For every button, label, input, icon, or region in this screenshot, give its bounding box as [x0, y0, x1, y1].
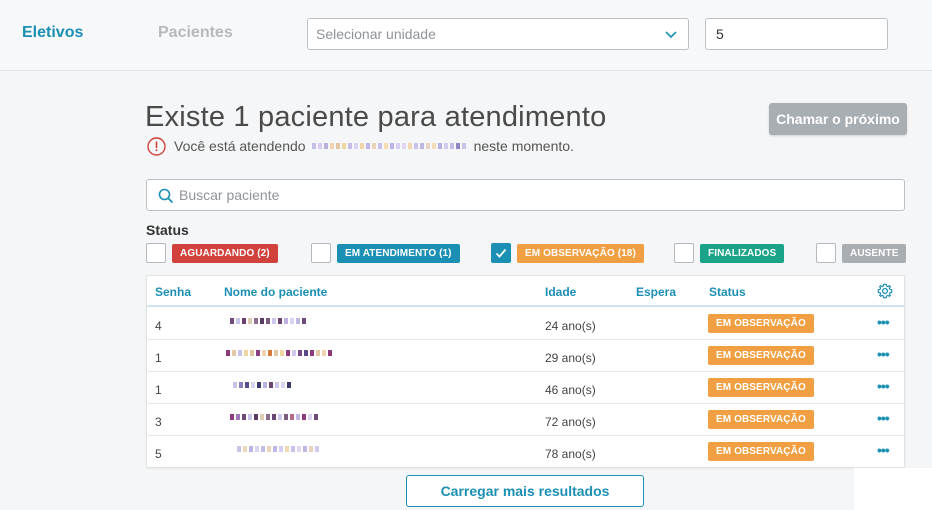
notice-prefix: Você está atendendo	[174, 138, 306, 154]
blank-area	[854, 468, 932, 510]
status-badge: EM OBSERVAÇÃO	[708, 442, 814, 461]
filter-aguardando[interactable]: AGUARDANDO (2)	[146, 243, 278, 263]
cell-senha: 5	[155, 447, 162, 461]
unit-select-placeholder: Selecionar unidade	[316, 26, 436, 42]
header-espera[interactable]: Espera	[636, 285, 676, 299]
table-header: Senha Nome do paciente Idade Espera Stat…	[147, 276, 904, 307]
status-badge: EM OBSERVAÇÃO	[708, 378, 814, 397]
cell-senha: 3	[155, 415, 162, 429]
badge-aguardando: AGUARDANDO (2)	[172, 243, 278, 263]
cell-idade: 29 ano(s)	[545, 351, 596, 365]
top-bar: Eletivos Pacientes Selecionar unidade 5	[0, 0, 932, 71]
tab-pacientes[interactable]: Pacientes	[158, 24, 233, 42]
header-senha[interactable]: Senha	[155, 285, 191, 299]
gear-icon[interactable]	[877, 283, 893, 299]
search-icon	[158, 188, 174, 204]
badge-em-atendimento: EM ATENDIMENTO (1)	[337, 243, 460, 263]
row-actions-button[interactable]: •••	[877, 378, 890, 394]
row-actions-button[interactable]: •••	[877, 410, 890, 426]
checkbox-finalizados[interactable]	[674, 243, 694, 263]
cell-senha: 4	[155, 319, 162, 333]
row-actions-button[interactable]: •••	[877, 442, 890, 458]
info-circle-icon	[147, 136, 166, 156]
cell-senha: 1	[155, 351, 162, 365]
status-badge: EM OBSERVAÇÃO	[708, 410, 814, 429]
chevron-down-icon	[665, 31, 677, 39]
checkbox-ausente[interactable]	[816, 243, 836, 263]
cell-idade: 78 ano(s)	[545, 447, 596, 461]
row-actions-button[interactable]: •••	[877, 346, 890, 362]
tab-eletivos[interactable]: Eletivos	[22, 24, 83, 42]
checkbox-em-observacao[interactable]	[491, 243, 511, 263]
page-title: Existe 1 paciente para atendimento	[145, 101, 607, 133]
checkbox-em-atendimento[interactable]	[311, 243, 331, 263]
attending-notice: Você está atendendo neste momento.	[147, 136, 574, 156]
notice-suffix: neste momento.	[473, 138, 574, 154]
filter-em-atendimento[interactable]: EM ATENDIMENTO (1)	[311, 243, 460, 263]
table-row[interactable]: 1 46 ano(s) EM OBSERVAÇÃO •••	[147, 372, 904, 404]
badge-finalizados: FINALIZADOS	[700, 243, 785, 263]
table-row[interactable]: 5 78 ano(s) EM OBSERVAÇÃO •••	[147, 436, 904, 468]
row-actions-button[interactable]: •••	[877, 314, 890, 330]
header-idade[interactable]: Idade	[545, 285, 576, 299]
redacted-patient-name	[230, 316, 308, 326]
table-row[interactable]: 1 29 ano(s) EM OBSERVAÇÃO •••	[147, 340, 904, 372]
filter-ausente[interactable]: AUSENTE	[816, 243, 907, 263]
redacted-patient-name	[311, 141, 468, 151]
patients-table: Senha Nome do paciente Idade Espera Stat…	[146, 275, 905, 468]
search-input[interactable]	[179, 184, 879, 206]
filter-finalizados[interactable]: FINALIZADOS	[674, 243, 785, 263]
header-nome[interactable]: Nome do paciente	[224, 285, 327, 299]
redacted-patient-name	[237, 444, 321, 454]
filter-em-observacao[interactable]: EM OBSERVAÇÃO (18)	[491, 243, 644, 263]
load-more-button[interactable]: Carregar mais resultados	[406, 475, 644, 507]
badge-ausente: AUSENTE	[842, 243, 907, 263]
cell-idade: 46 ano(s)	[545, 383, 596, 397]
cell-idade: 72 ano(s)	[545, 415, 596, 429]
redacted-patient-name	[233, 380, 293, 390]
cell-idade: 24 ano(s)	[545, 319, 596, 333]
check-icon	[495, 248, 507, 258]
number-input[interactable]: 5	[705, 18, 888, 50]
table-row[interactable]: 4 24 ano(s) EM OBSERVAÇÃO •••	[147, 308, 904, 340]
status-badge: EM OBSERVAÇÃO	[708, 314, 814, 333]
search-box[interactable]	[146, 179, 905, 211]
status-badge: EM OBSERVAÇÃO	[708, 346, 814, 365]
checkbox-aguardando[interactable]	[146, 243, 166, 263]
header-status[interactable]: Status	[709, 285, 746, 299]
redacted-patient-name	[230, 412, 320, 422]
unit-select[interactable]: Selecionar unidade	[307, 18, 689, 50]
cell-senha: 1	[155, 383, 162, 397]
badge-em-observacao: EM OBSERVAÇÃO (18)	[517, 243, 644, 263]
status-label: Status	[146, 222, 189, 238]
call-next-button[interactable]: Chamar o próximo	[769, 103, 907, 135]
table-row[interactable]: 3 72 ano(s) EM OBSERVAÇÃO •••	[147, 404, 904, 436]
redacted-patient-name	[226, 348, 334, 358]
